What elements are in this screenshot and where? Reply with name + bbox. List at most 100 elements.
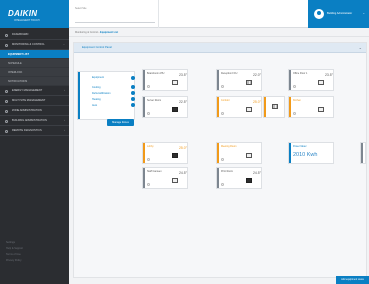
sidebar-item-label: Multi Site Management [12, 99, 46, 102]
vent-icon [272, 104, 278, 109]
equipment-tile[interactable]: Office Floor 1 23.5° [288, 69, 334, 91]
tile-name: Print Room [221, 170, 233, 173]
fan-icon [221, 85, 224, 88]
status-bar [289, 143, 291, 163]
panel-header[interactable]: Equipment Control Panel ⌄ [74, 43, 366, 53]
tile-name: Reception FCU [221, 72, 238, 75]
filter-row-dehumidification[interactable]: Dehumidification [92, 92, 110, 95]
chevron-down-icon: ⌄ [362, 11, 365, 15]
chevron-down-icon[interactable]: ⌄ [359, 43, 362, 53]
checkbox-icon[interactable] [131, 85, 135, 89]
ac-unit-icon [246, 178, 252, 183]
vent-icon [246, 80, 252, 85]
sidebar-item-remote-diagnostics[interactable]: Remote Diagnostics › [0, 126, 69, 136]
brand-tagline: INTELLIGENT TOUCH [14, 19, 40, 22]
equipment-tile[interactable]: Server Room 22.5° [142, 96, 188, 118]
power-meter-tile[interactable]: Power Meter 2010 Kwh [288, 142, 334, 164]
building-icon [5, 119, 8, 123]
sidebar-item-zone-administration[interactable]: Zone Administration [0, 106, 69, 116]
sidebar-item-multi-site[interactable]: Multi Site Management [0, 96, 69, 106]
tile-temperature: 23.5° [325, 73, 333, 77]
chevron-right-icon: › [64, 119, 65, 122]
sidebar-item-energy-management[interactable]: Energy Management › [0, 86, 69, 96]
ac-unit-icon [172, 80, 178, 85]
equipment-tile[interactable]: Corridor 25.0° [216, 96, 262, 118]
checkbox-icon[interactable] [131, 76, 135, 80]
sidebar-subitem-notifications[interactable]: Notifications [0, 77, 69, 86]
power-reading: 2010 Kwh [293, 152, 318, 158]
equipment-tile[interactable]: Staff Canteen 24.5° [142, 167, 188, 189]
user-name: Building Administrator [327, 12, 353, 15]
sites-icon [5, 99, 8, 103]
diagnostics-icon [5, 129, 8, 133]
add-equipment-views-button[interactable]: Add equipment views [336, 276, 369, 284]
equipment-tile[interactable]: Lobby 25.0° [142, 142, 188, 164]
fan-icon [147, 112, 150, 115]
filter-box: Equipment Cooling Dehumidification Heati… [77, 71, 135, 120]
checkbox-icon[interactable] [131, 103, 135, 107]
equipment-tile[interactable]: Kitchen [288, 96, 334, 118]
equipment-tile[interactable] [263, 96, 285, 118]
energy-icon [5, 89, 8, 93]
chevron-right-icon: › [64, 89, 65, 92]
status-bar [264, 97, 266, 117]
breadcrumb-parent[interactable]: Monitoring & Control [75, 31, 98, 34]
sidebar-item-building-administration[interactable]: Building Administration › [0, 116, 69, 126]
fan-icon [147, 158, 150, 161]
manage-zones-button[interactable]: Manage Zones [107, 119, 134, 126]
sidebar-subitem-equipment-list[interactable]: Equipment List [0, 50, 69, 59]
fan-icon [221, 183, 224, 186]
sidebar-item-label: Zone Administration [12, 109, 42, 112]
equipment-tile[interactable]: Reception FCU 22.0° [216, 69, 262, 91]
status-bar [217, 143, 219, 163]
status-bar [289, 97, 291, 117]
tile-temperature: 24.5° [253, 171, 261, 175]
filter-row-heating[interactable]: Heating [92, 98, 101, 101]
equipment-tile[interactable]: Meeting Room [216, 142, 262, 164]
equipment-tile[interactable]: Print Room 24.5° [216, 167, 262, 189]
tile-temperature: 25.0° [253, 100, 261, 104]
tile-name: Meeting Room [221, 145, 237, 148]
tile-temperature: 25.0° [179, 146, 187, 150]
sidebar-item-monitoring-control[interactable]: Monitoring & Control ⌄ [0, 40, 69, 50]
checkbox-icon[interactable] [131, 97, 135, 101]
filter-row-equipment[interactable]: Equipment [92, 76, 104, 79]
user-menu[interactable]: Building Administrator ⌄ [308, 0, 369, 28]
daikin-logo[interactable]: DAIKIN INTELLIGENT TOUCH [0, 0, 69, 28]
tile-temperature: 24.5° [179, 171, 187, 175]
panel-title: Equipment Control Panel [82, 46, 112, 49]
fan-icon [293, 85, 296, 88]
tile-temperature: 22.0° [253, 73, 261, 77]
site-select[interactable]: Select Site [75, 7, 155, 23]
sidebar-item-label: Energy Management [12, 89, 43, 92]
checkbox-icon[interactable] [131, 91, 135, 95]
status-bar [143, 168, 145, 188]
ac-unit-icon [318, 80, 324, 85]
monitor-icon [5, 43, 8, 47]
status-bar [289, 70, 291, 90]
sidebar-item-label: Dashboard [12, 33, 29, 36]
tile-name: Boardroom AHU [147, 72, 165, 75]
equipment-tile-partial[interactable] [360, 142, 366, 164]
tile-name: Corridor [221, 99, 230, 102]
footer-link-privacy[interactable]: Privacy Policy [6, 258, 23, 264]
equipment-tile[interactable]: Boardroom AHU 23.5° [142, 69, 188, 91]
ac-unit-icon [172, 107, 178, 112]
sidebar-subitem-schedule[interactable]: Schedule [0, 59, 69, 68]
filter-stripe [78, 72, 80, 119]
sidebar-nav: Dashboard Monitoring & Control ⌄ Equipme… [0, 30, 69, 136]
fan-icon [147, 85, 150, 88]
main-content: Equipment Control Panel ⌄ Equipment Cool… [69, 37, 369, 284]
sidebar-item-label: Monitoring & Control [12, 43, 45, 46]
sidebar-item-label: Building Administration [12, 119, 47, 122]
sidebar-subitem-interlock[interactable]: Interlock [0, 68, 69, 77]
sidebar-footer: Settings Help & Support Terms of Use Pri… [6, 240, 23, 264]
filter-row-cooling[interactable]: Cooling [92, 86, 100, 89]
breadcrumb-current: Equipment List [100, 31, 119, 34]
ac-unit-icon [172, 178, 178, 183]
sidebar-item-label: Remote Diagnostics [12, 129, 42, 132]
filter-row-auto[interactable]: Auto [92, 104, 97, 107]
sidebar-item-dashboard[interactable]: Dashboard [0, 30, 69, 40]
ac-unit-icon [318, 107, 324, 112]
avatar [314, 9, 324, 19]
